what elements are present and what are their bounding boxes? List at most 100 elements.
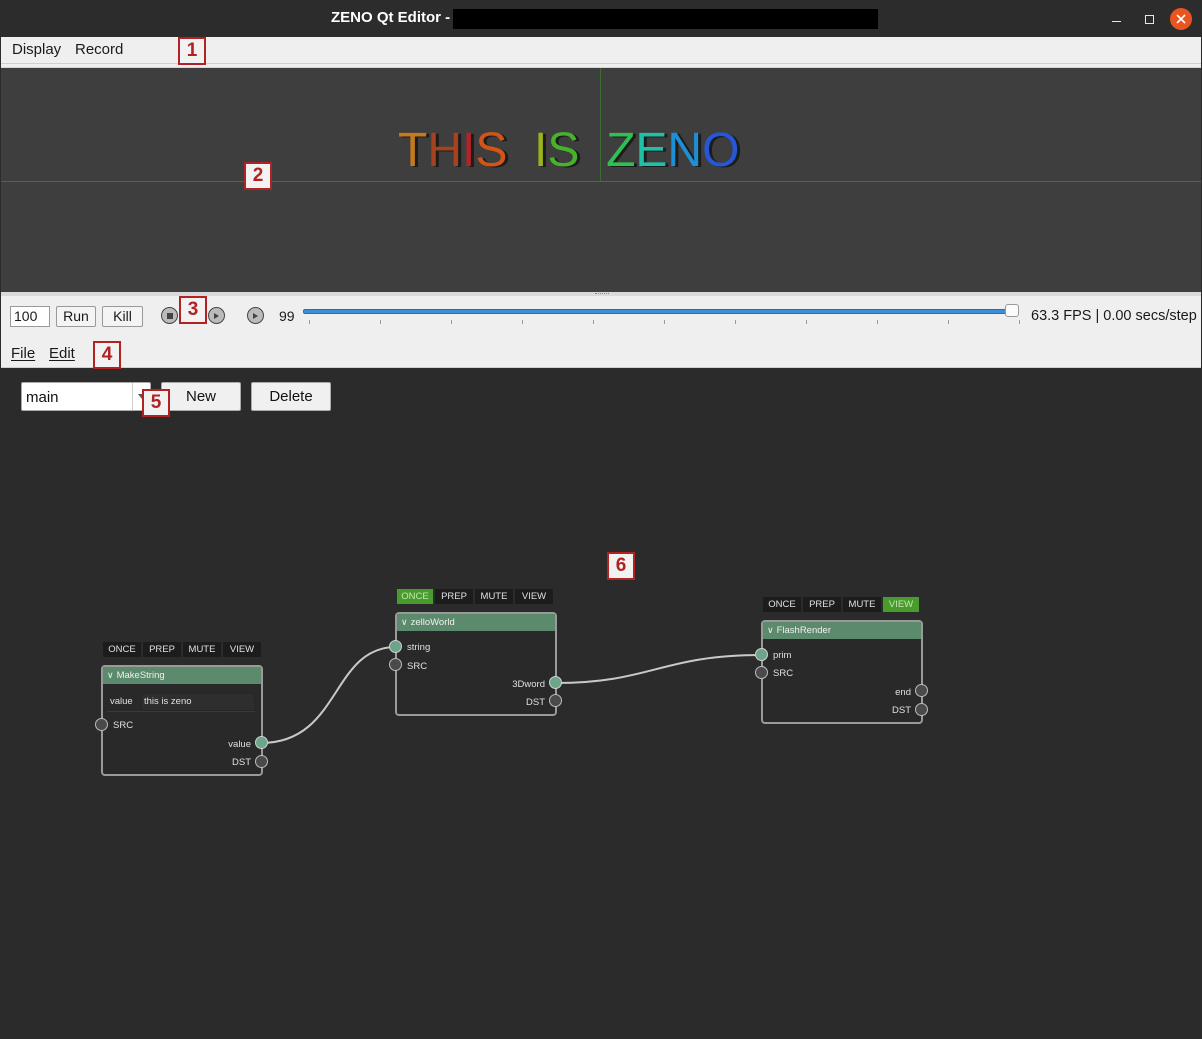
makestring-prep-toggle[interactable]: PREP [143,642,181,657]
run-button[interactable]: Run [56,306,96,327]
kill-button[interactable]: Kill [102,306,143,327]
scene-letter: T [398,124,428,177]
scene-letter: I [534,124,548,177]
zelloworld-string-label: string [407,642,431,653]
timeline-slider[interactable] [303,309,1016,314]
scene-letter: S [475,124,508,177]
close-icon[interactable] [1170,8,1192,30]
frame-count-input[interactable]: 100 [10,306,50,327]
flashrender-end-label: end [895,687,911,698]
timeline-tick [309,320,310,324]
title-bar: ZENO Qt Editor - [0,0,1202,37]
zelloworld-3dword-label: 3Dword [512,679,545,690]
annotation-badge-2: 2 [244,162,272,190]
maximize-icon[interactable] [1138,8,1160,30]
flashrender-options: ONCE PREP MUTE VIEW [763,597,919,612]
node-zelloworld[interactable]: ∨ zelloWorld string SRC 3Dword DST [395,612,557,716]
link-makestring-to-zelloworld [260,646,397,744]
zelloworld-3dword-socket[interactable] [549,676,562,689]
menu-display[interactable]: Display [12,41,61,58]
makestring-value-input[interactable]: this is zeno [141,693,255,711]
zelloworld-mute-toggle[interactable]: MUTE [475,589,513,604]
flashrender-src-socket[interactable] [755,666,768,679]
flashrender-end-socket[interactable] [915,684,928,697]
makestring-view-toggle[interactable]: VIEW [223,642,261,657]
zelloworld-prep-toggle[interactable]: PREP [435,589,473,604]
scene-letter: E [635,124,668,177]
timeline-tick [380,320,381,324]
collapse-chevron-icon[interactable]: ∨ [767,622,774,639]
flashrender-prim-socket[interactable] [755,648,768,661]
annotation-badge-1: 1 [178,37,206,65]
x-axis-line [1,181,1201,182]
makestring-param-row: value this is zeno [107,693,255,712]
flashrender-once-toggle[interactable]: ONCE [763,597,801,612]
makestring-value-socket[interactable] [255,736,268,749]
menu-record[interactable]: Record [75,41,123,58]
flashrender-prep-toggle[interactable]: PREP [803,597,841,612]
makestring-options: ONCE PREP MUTE VIEW [103,642,261,657]
scene-letter: S [547,124,580,177]
annotation-badge-4: 4 [93,341,121,369]
node-flashrender[interactable]: ∨ FlashRender prim SRC end DST [761,620,923,724]
zelloworld-title: zelloWorld [410,617,455,628]
scene-letter: N [667,124,703,177]
zelloworld-options: ONCE PREP MUTE VIEW [397,589,553,604]
node-makestring[interactable]: ∨ MakeString value this is zeno SRC value… [101,665,263,776]
zelloworld-string-socket[interactable] [389,640,402,653]
node-graph-editor[interactable]: main New Delete ONCE PREP MUTE VIEW ∨ Mak… [1,374,1201,1038]
makestring-src-label: SRC [113,720,134,731]
flashrender-dst-label: DST [892,705,911,716]
timeline-slider-handle[interactable] [1005,304,1019,317]
timeline-tick [593,320,594,324]
zelloworld-dst-socket[interactable] [549,694,562,707]
makestring-value-output-label: value [228,739,251,750]
makestring-title: MakeString [116,670,165,681]
scene-letter: H [427,124,462,177]
fps-stats: 63.3 FPS | 0.00 secs/step [1031,308,1197,324]
makestring-dst-socket[interactable] [255,755,268,768]
makestring-once-toggle[interactable]: ONCE [103,642,141,657]
zelloworld-header[interactable]: ∨ zelloWorld [397,614,555,631]
scene-letter: I [462,124,476,177]
collapse-chevron-icon[interactable]: ∨ [107,667,114,684]
flashrender-dst-socket[interactable] [915,703,928,716]
timeline-tick [451,320,452,324]
zelloworld-dst-label: DST [526,697,545,708]
next-frame-icon[interactable] [208,307,225,324]
redacted-title-region [453,9,878,29]
flashrender-mute-toggle[interactable]: MUTE [843,597,881,612]
scene-letter [579,124,606,177]
makestring-header[interactable]: ∨ MakeString [103,667,261,684]
editor-menu-bar: File Edit [1,338,1201,368]
timeline-tick [664,320,665,324]
zelloworld-once-toggle[interactable]: ONCE [397,589,433,604]
annotation-badge-5: 5 [142,389,170,417]
annotation-badge-3: 3 [179,296,207,324]
annotation-badge-6: 6 [607,552,635,580]
zelloworld-view-toggle[interactable]: VIEW [515,589,553,604]
scene-letter: Z [606,124,636,177]
timeline-tick [735,320,736,324]
collapse-chevron-icon[interactable]: ∨ [401,614,408,631]
step-icon[interactable] [247,307,264,324]
timeline-tick [877,320,878,324]
scene-letter [507,124,534,177]
timeline-tick [522,320,523,324]
scene-3d-text: THIS IS ZENO [398,123,739,178]
timeline-tick [1019,320,1020,324]
zelloworld-src-label: SRC [407,661,428,672]
makestring-mute-toggle[interactable]: MUTE [183,642,221,657]
timeline-tick [806,320,807,324]
3d-viewport[interactable]: THIS IS ZENO [1,68,1201,292]
zelloworld-src-socket[interactable] [389,658,402,671]
menu-file[interactable]: File [11,345,35,362]
menu-edit[interactable]: Edit [49,345,75,362]
minimize-icon[interactable] [1105,8,1127,30]
current-frame-label: 99 [279,308,295,324]
makestring-dst-label: DST [232,757,251,768]
makestring-src-socket[interactable] [95,718,108,731]
flashrender-view-toggle[interactable]: VIEW [883,597,919,612]
stop-icon[interactable] [161,307,178,324]
flashrender-header[interactable]: ∨ FlashRender [763,622,921,639]
